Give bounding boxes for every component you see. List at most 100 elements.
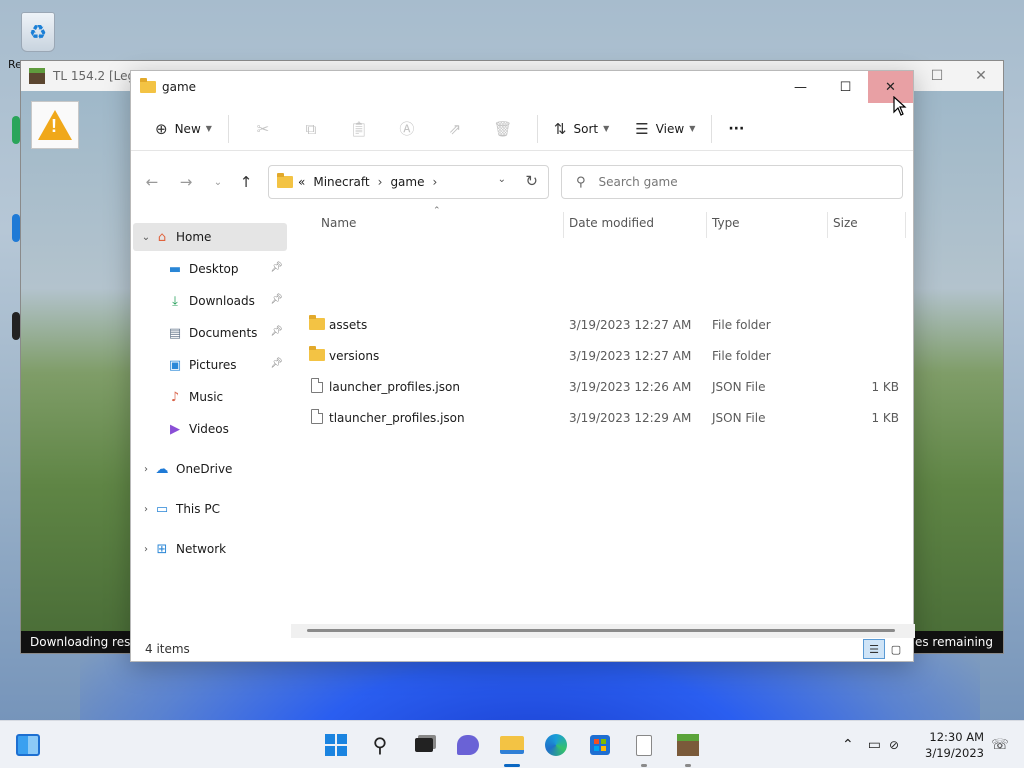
rename-button[interactable]: Ⓐ xyxy=(383,113,431,145)
edge-button[interactable] xyxy=(540,729,572,761)
desktop-app-icon[interactable] xyxy=(12,312,20,340)
nav-item-network[interactable]: › ⊞ Network xyxy=(133,535,287,563)
pin-icon[interactable]: 📌︎ xyxy=(270,262,283,273)
nav-item-documents[interactable]: ▤ Documents 📌︎ xyxy=(133,319,287,347)
chevron-right-icon[interactable]: › xyxy=(138,544,154,555)
column-header-name[interactable]: Name xyxy=(321,216,356,230)
widgets-icon xyxy=(16,734,40,756)
breadcrumb-game[interactable]: game xyxy=(390,175,424,189)
music-icon: ♪ xyxy=(170,389,180,405)
horizontal-scrollbar-thumb[interactable] xyxy=(307,629,895,632)
pin-icon[interactable]: 📌︎ xyxy=(270,326,283,337)
chat-button[interactable] xyxy=(452,729,484,761)
navigation-pane: ⌄ ⌂ Home ▬ Desktop 📌︎ ⤓ Downloads 📌︎ ▤ D… xyxy=(131,219,289,629)
active-indicator xyxy=(504,764,520,767)
file-name: tlauncher_profiles.json xyxy=(329,411,465,425)
more-options-button[interactable]: ··· xyxy=(722,113,750,145)
nav-item-home[interactable]: ⌄ ⌂ Home xyxy=(133,223,287,251)
delete-button[interactable]: 🗑︎ xyxy=(479,113,527,145)
maximize-button[interactable]: ☐ xyxy=(823,71,868,103)
file-row[interactable]: launcher_profiles.json 3/19/2023 12:26 A… xyxy=(291,372,915,402)
chevron-up-icon[interactable]: ⌃ xyxy=(842,737,854,753)
minecraft-launcher-button[interactable] xyxy=(672,729,704,767)
nav-item-pictures[interactable]: ▣ Pictures 📌︎ xyxy=(133,351,287,379)
file-row[interactable]: tlauncher_profiles.json 3/19/2023 12:29 … xyxy=(291,403,915,433)
refresh-icon[interactable]: ↻ xyxy=(525,172,538,190)
notepad-icon xyxy=(636,734,652,756)
column-header-type[interactable]: Type xyxy=(712,216,740,230)
breadcrumb-separator[interactable]: › xyxy=(432,175,437,189)
forward-button[interactable]: → xyxy=(173,169,199,195)
nav-item-videos[interactable]: ▶ Videos xyxy=(133,415,287,443)
task-view-button[interactable] xyxy=(408,729,440,761)
nav-item-onedrive[interactable]: › ☁ OneDrive xyxy=(133,455,287,483)
share-button[interactable]: ⇗ xyxy=(431,113,479,145)
store-icon xyxy=(590,735,610,755)
column-divider[interactable] xyxy=(563,212,564,238)
notepad-button[interactable] xyxy=(628,729,660,767)
notification-button[interactable]: ☏ xyxy=(984,729,1016,761)
trash-icon: 🗑︎ xyxy=(493,119,513,138)
pin-icon[interactable]: 📌︎ xyxy=(270,294,283,305)
window-title: game xyxy=(162,80,197,94)
column-header-size[interactable]: Size xyxy=(833,216,858,230)
explorer-titlebar[interactable]: game — ☐ ✕ xyxy=(131,71,913,103)
nav-item-this-pc[interactable]: › ▭ This PC xyxy=(133,495,287,523)
column-divider[interactable] xyxy=(905,212,906,238)
view-button[interactable]: ☰ View ▼ xyxy=(629,113,701,145)
file-row[interactable]: assets 3/19/2023 12:27 AM File folder xyxy=(291,310,915,340)
start-button[interactable] xyxy=(320,729,352,761)
nav-item-desktop[interactable]: ▬ Desktop 📌︎ xyxy=(133,255,287,283)
nav-label: Music xyxy=(189,390,224,404)
search-box[interactable]: ⚲ Search game xyxy=(561,165,903,199)
details-view-icon[interactable]: ☰ xyxy=(863,639,885,659)
breadcrumb-minecraft[interactable]: Minecraft xyxy=(313,175,369,189)
file-row[interactable]: versions 3/19/2023 12:27 AM File folder xyxy=(291,341,915,371)
search-icon: ⚲ xyxy=(372,733,388,757)
widgets-button[interactable] xyxy=(12,729,44,761)
launcher-maximize-button[interactable]: ☐ xyxy=(915,61,959,91)
desktop-app-icon[interactable] xyxy=(12,214,20,242)
launcher-close-button[interactable]: ✕ xyxy=(959,61,1003,91)
chevron-down-icon[interactable]: ⌄ xyxy=(138,232,154,243)
network-status-icon[interactable]: ▭ xyxy=(868,737,881,753)
address-dropdown-chevron-icon[interactable]: ⌄ xyxy=(498,174,506,185)
cut-button[interactable]: ✂ xyxy=(239,113,287,145)
recycle-bin-icon[interactable]: ♻ xyxy=(18,10,58,54)
volume-muted-icon[interactable]: ⊘ xyxy=(889,738,899,752)
search-button[interactable]: ⚲ xyxy=(364,729,396,761)
folder-icon xyxy=(309,346,325,361)
chat-icon xyxy=(457,735,479,755)
nav-item-downloads[interactable]: ⤓ Downloads 📌︎ xyxy=(133,287,287,315)
arrow-right-icon: → xyxy=(179,173,193,191)
recent-locations-button[interactable]: ⌄ xyxy=(205,169,231,195)
json-file-icon xyxy=(311,409,323,424)
folder-icon xyxy=(140,78,156,93)
paste-button[interactable]: 📋︎ xyxy=(335,113,383,145)
column-divider[interactable] xyxy=(706,212,707,238)
sort-button[interactable]: ⇅ Sort ▼ xyxy=(548,113,615,145)
store-button[interactable] xyxy=(584,729,616,761)
launcher-status-left: Downloading resou xyxy=(30,635,146,649)
chevron-right-icon[interactable]: › xyxy=(138,504,154,515)
breadcrumb-separator[interactable]: › xyxy=(378,175,383,189)
desktop-app-icon[interactable] xyxy=(12,116,20,144)
warning-button[interactable]: ! xyxy=(31,101,79,149)
scissors-icon: ✂ xyxy=(256,119,270,138)
up-button[interactable]: ↑ xyxy=(233,169,259,195)
tiles-view-icon[interactable]: ▢ xyxy=(885,639,907,659)
copy-button[interactable]: ⧉ xyxy=(287,113,335,145)
address-bar[interactable]: « Minecraft › game › ⌄ ↻ xyxy=(268,165,549,199)
back-button[interactable]: ← xyxy=(139,169,165,195)
nav-item-music[interactable]: ♪ Music xyxy=(133,383,287,411)
taskbar-clock[interactable]: 12:30 AM 3/19/2023 xyxy=(925,729,984,761)
minimize-button[interactable]: — xyxy=(778,71,823,103)
chevron-right-icon[interactable]: › xyxy=(138,464,154,475)
file-explorer-taskbar-button[interactable] xyxy=(496,729,528,767)
sort-caret-up-icon: ⌃ xyxy=(433,206,441,216)
column-divider[interactable] xyxy=(827,212,828,238)
column-header-date[interactable]: Date modified xyxy=(569,216,654,230)
pin-icon[interactable]: 📌︎ xyxy=(270,358,283,369)
new-button[interactable]: ⊕ New ▼ xyxy=(149,113,218,145)
breadcrumb-overflow[interactable]: « xyxy=(298,175,305,189)
